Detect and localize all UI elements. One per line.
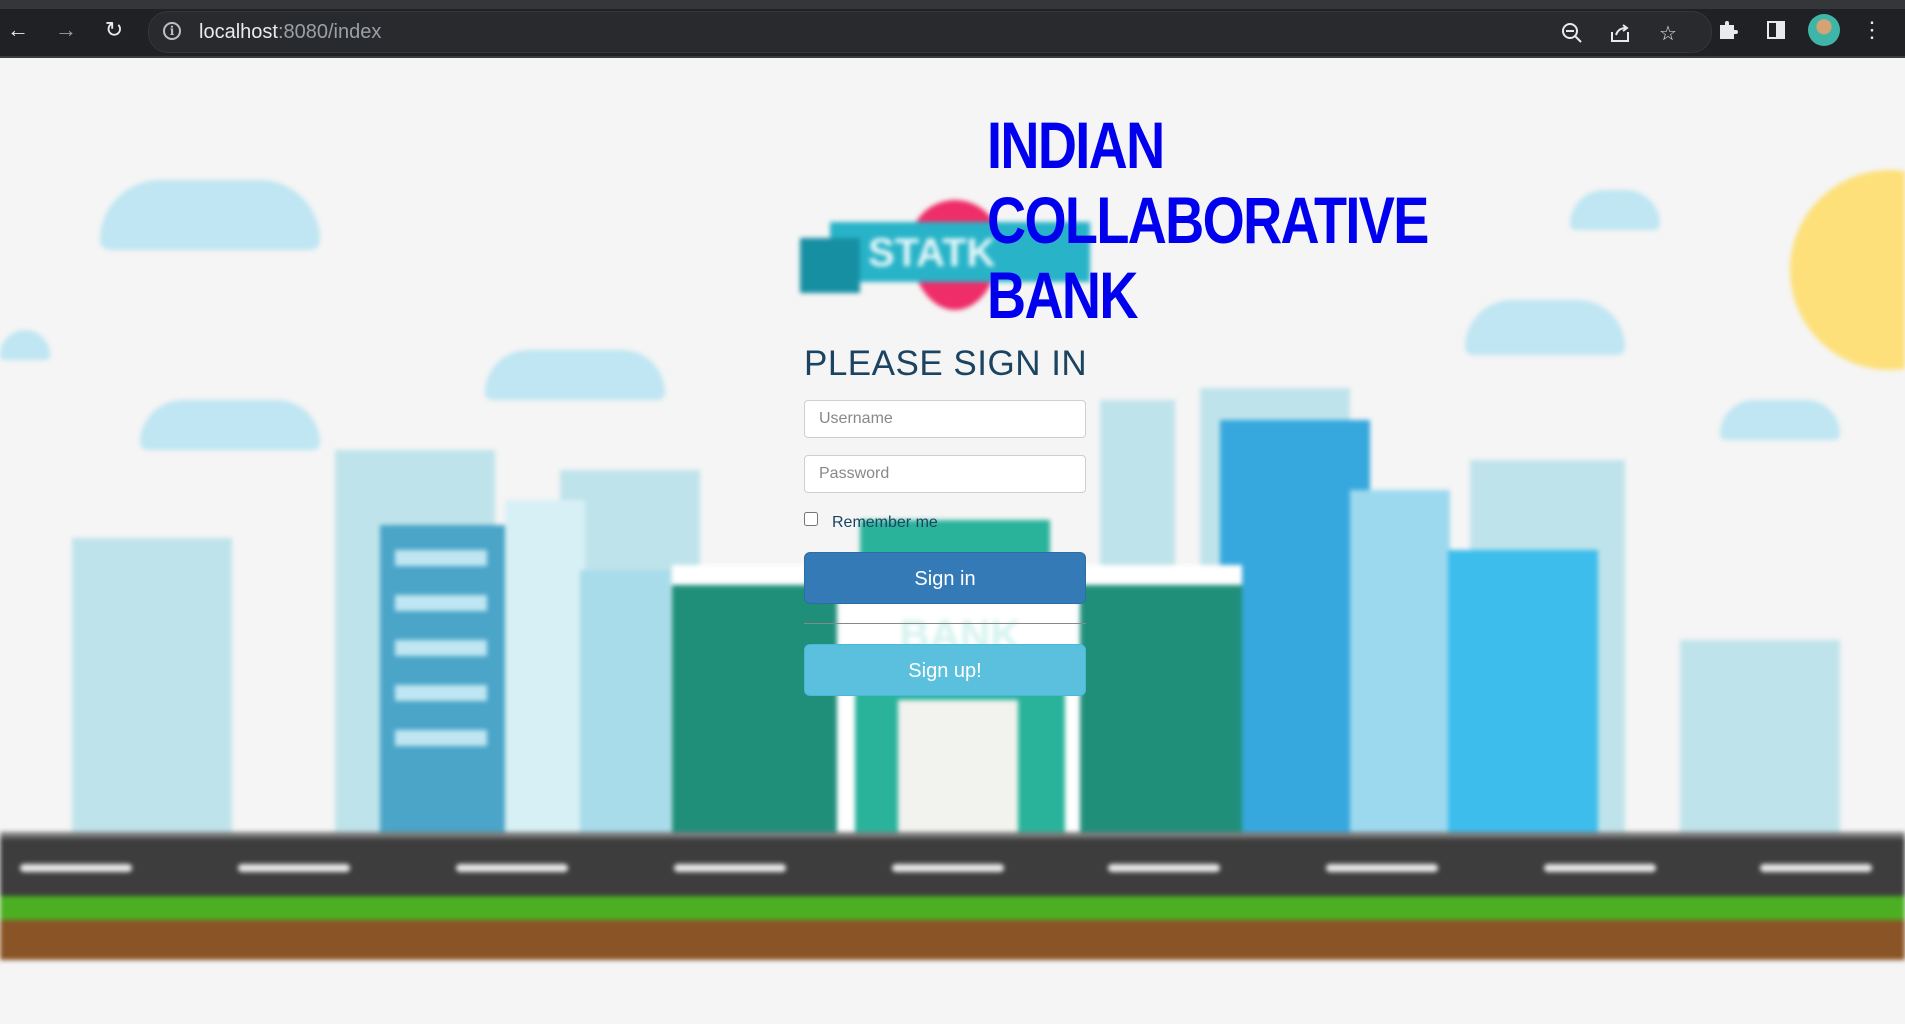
- road-marking: [456, 864, 568, 872]
- building: [380, 525, 505, 840]
- divider: [804, 623, 1086, 624]
- url-text[interactable]: localhost:8080/index: [199, 21, 381, 44]
- window: [395, 595, 487, 611]
- sun: [1790, 170, 1905, 370]
- page-title: INDIAN COLLABORATIVE BANK: [987, 108, 1429, 332]
- side-panel-icon[interactable]: [1762, 16, 1790, 44]
- puzzle-icon[interactable]: [1714, 16, 1742, 44]
- remember-me-label[interactable]: Remember me: [832, 514, 938, 532]
- url-path: :8080/index: [277, 21, 382, 43]
- grass: [0, 896, 1905, 920]
- password-input[interactable]: [804, 455, 1086, 493]
- info-icon[interactable]: i: [163, 22, 181, 40]
- ribbon-end: [800, 238, 860, 293]
- road-marking: [20, 864, 132, 872]
- road-marking: [892, 864, 1004, 872]
- arrow-right-icon[interactable]: →: [52, 16, 80, 44]
- profile-avatar[interactable]: [1808, 14, 1840, 46]
- remember-me-checkbox[interactable]: [804, 512, 818, 526]
- building: [1350, 490, 1450, 840]
- road-marking: [1544, 864, 1656, 872]
- building: [1680, 640, 1840, 840]
- browser-toolbar: ← → ↻ i localhost:8080/index ☆ ⋮: [0, 0, 1905, 58]
- road-marking: [1326, 864, 1438, 872]
- share-icon[interactable]: [1607, 20, 1633, 46]
- window: [395, 550, 487, 566]
- zoom-out-icon[interactable]: [1559, 20, 1585, 46]
- window: [395, 685, 487, 701]
- building: [505, 500, 585, 840]
- cloud: [100, 180, 320, 250]
- cloud: [140, 400, 320, 450]
- city-background-illustration: BANK STATK: [0, 60, 1905, 1024]
- star-icon[interactable]: ☆: [1655, 20, 1681, 46]
- road-marking: [238, 864, 350, 872]
- bank-door: [898, 700, 1018, 840]
- building: [1220, 420, 1370, 840]
- building: [72, 538, 232, 838]
- window: [395, 640, 487, 656]
- road-marking: [674, 864, 786, 872]
- cloud: [0, 330, 50, 360]
- building: [1448, 550, 1598, 840]
- dirt: [0, 920, 1905, 960]
- url-host: localhost: [199, 21, 278, 43]
- sign-up-button[interactable]: Sign up!: [804, 644, 1086, 696]
- window: [395, 730, 487, 746]
- building: [580, 570, 670, 840]
- arrow-left-icon[interactable]: ←: [4, 16, 32, 44]
- cloud: [485, 350, 665, 400]
- bank-wing: [1080, 585, 1242, 840]
- cloud: [1720, 400, 1840, 440]
- sign-in-button[interactable]: Sign in: [804, 552, 1086, 604]
- username-input[interactable]: [804, 400, 1086, 438]
- road-marking: [1108, 864, 1220, 872]
- cloud: [1570, 190, 1660, 230]
- cloud: [1465, 300, 1625, 355]
- address-bar[interactable]: i localhost:8080/index ☆: [148, 11, 1712, 53]
- road-marking: [1760, 864, 1872, 872]
- tab-strip: [0, 0, 1905, 9]
- form-heading: PLEASE SIGN IN: [804, 344, 1088, 383]
- reload-icon[interactable]: ↻: [100, 16, 128, 44]
- kebab-menu-icon[interactable]: ⋮: [1858, 16, 1886, 44]
